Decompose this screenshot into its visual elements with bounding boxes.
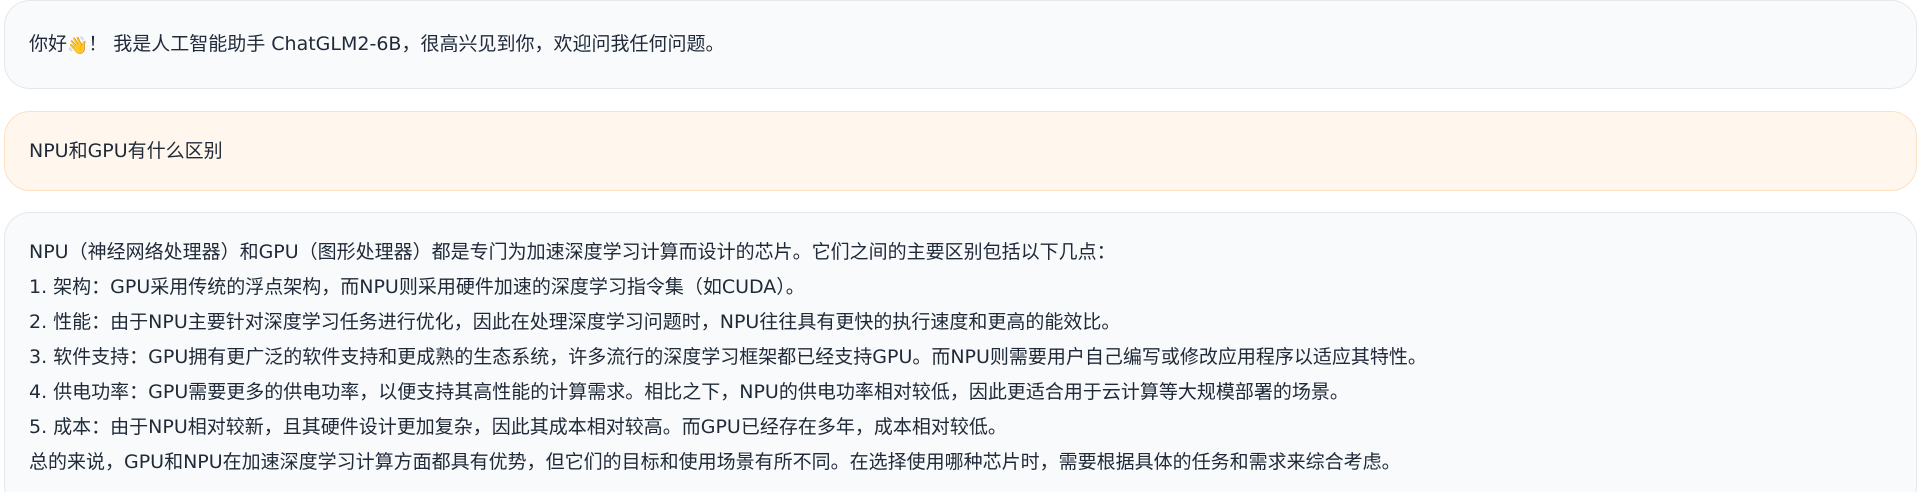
bot-message: 你好👋！ 我是人工智能助手 ChatGLM2-6B，很高兴见到你，欢迎问我任何问…: [4, 0, 1917, 89]
chat-history: 你好👋！ 我是人工智能助手 ChatGLM2-6B，很高兴见到你，欢迎问我任何问…: [0, 0, 1929, 492]
answer-point-3: 3. 软件支持：GPU拥有更广泛的软件支持和更成熟的生态系统，许多流行的深度学习…: [29, 346, 1427, 368]
answer-intro: NPU（神经网络处理器）和GPU（图形处理器）都是专门为加速深度学习计算而设计的…: [29, 241, 1116, 263]
user-message: NPU和GPU有什么区别: [4, 111, 1917, 191]
answer-point-4: 4. 供电功率：GPU需要更多的供电功率，以便支持其高性能的计算需求。相比之下，…: [29, 381, 1349, 403]
message-text: NPU和GPU有什么区别: [29, 140, 223, 162]
answer-summary: 总的来说，GPU和NPU在加速深度学习计算方面都具有优势，但它们的目标和使用场景…: [29, 451, 1401, 473]
message-text: NPU（神经网络处理器）和GPU（图形处理器）都是专门为加速深度学习计算而设计的…: [29, 213, 1892, 480]
greeting-text-rest: ！ 我是人工智能助手 ChatGLM2-6B，很高兴见到你，欢迎问我任何问题。: [88, 32, 725, 55]
answer-point-2: 2. 性能：由于NPU主要针对深度学习任务进行优化，因此在处理深度学习问题时，N…: [29, 311, 1121, 333]
bot-message: NPU（神经网络处理器）和GPU（图形处理器）都是专门为加速深度学习计算而设计的…: [4, 212, 1917, 492]
answer-point-5: 5. 成本：由于NPU相对较新，且其硬件设计更加复杂，因此其成本相对较高。而GP…: [29, 416, 1007, 438]
greeting-text: 你好: [29, 32, 68, 55]
message-text: 你好👋！ 我是人工智能助手 ChatGLM2-6B，很高兴见到你，欢迎问我任何问…: [29, 32, 724, 58]
answer-point-1: 1. 架构：GPU采用传统的浮点架构，而NPU则采用硬件加速的深度学习指令集（如…: [29, 276, 805, 298]
waving-hand-icon: 👋: [67, 35, 89, 56]
